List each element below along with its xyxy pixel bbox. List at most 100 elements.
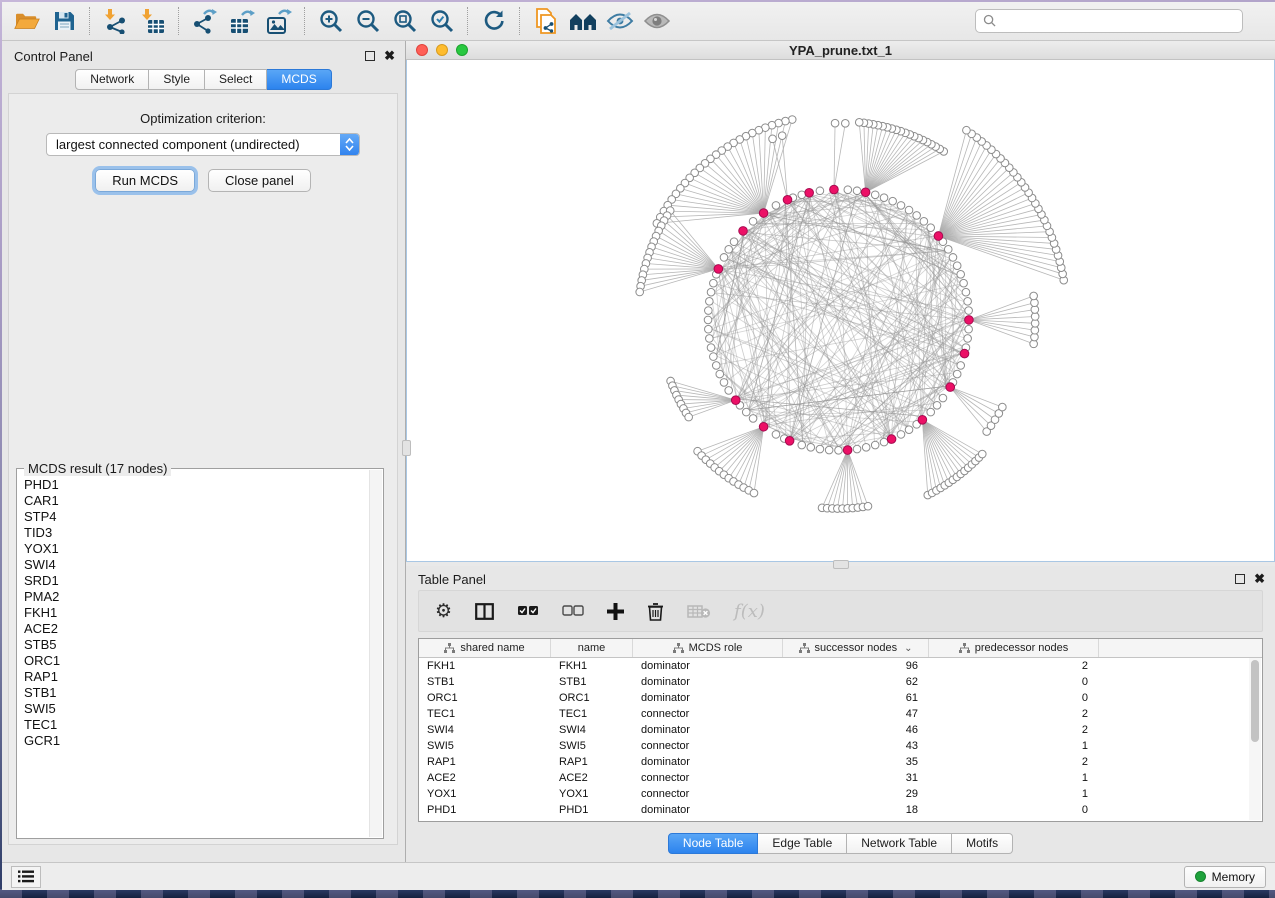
cell-name[interactable]: FKH1 xyxy=(551,660,633,672)
export-image-icon[interactable] xyxy=(260,5,297,37)
cell-successor-nodes[interactable]: 47 xyxy=(783,708,929,720)
graph-node[interactable] xyxy=(725,387,733,395)
graph-node[interactable] xyxy=(853,187,861,195)
mcds-result-item[interactable]: PMA2 xyxy=(24,589,369,605)
graph-node[interactable] xyxy=(953,262,961,270)
cell-successor-nodes[interactable]: 46 xyxy=(783,724,929,736)
mcds-graph-node[interactable] xyxy=(960,349,969,358)
graph-leaf-node[interactable] xyxy=(769,135,777,143)
graph-node[interactable] xyxy=(962,288,970,296)
delete-columns-icon[interactable] xyxy=(647,602,664,621)
graph-node[interactable] xyxy=(706,298,714,306)
graph-node[interactable] xyxy=(889,197,897,205)
graph-node[interactable] xyxy=(720,254,728,262)
float-panel-button[interactable] xyxy=(365,51,375,61)
graph-leaf-node[interactable] xyxy=(841,120,849,128)
cell-predecessor-nodes[interactable]: 0 xyxy=(929,676,1099,688)
optimization-criterion-select[interactable]: largest connected component (undirected) xyxy=(46,133,360,156)
import-network-icon[interactable] xyxy=(97,5,134,37)
mcds-result-item[interactable]: SRD1 xyxy=(24,573,369,589)
graph-node[interactable] xyxy=(880,438,888,446)
graph-node[interactable] xyxy=(944,246,952,254)
mcds-graph-node[interactable] xyxy=(739,227,748,236)
graph-node[interactable] xyxy=(957,271,965,279)
deselect-all-rows-icon[interactable] xyxy=(562,605,584,617)
table-row[interactable]: TEC1TEC1connector472 xyxy=(419,706,1249,722)
graph-node[interactable] xyxy=(742,408,750,416)
mcds-result-item[interactable]: TID3 xyxy=(24,525,369,541)
graph-node[interactable] xyxy=(725,246,733,254)
graph-node[interactable] xyxy=(960,279,968,287)
graph-node[interactable] xyxy=(871,441,879,449)
tab-network[interactable]: Network xyxy=(75,69,149,90)
network-view-titlebar[interactable]: YPA_prune.txt_1 xyxy=(406,41,1275,60)
graph-leaf-node[interactable] xyxy=(750,489,758,497)
mcds-result-item[interactable]: GCR1 xyxy=(24,733,369,749)
mcds-result-item[interactable]: SWI4 xyxy=(24,557,369,573)
mcds-result-item[interactable]: CAR1 xyxy=(24,493,369,509)
mcds-graph-node[interactable] xyxy=(934,232,943,241)
graph-node[interactable] xyxy=(927,224,935,232)
cell-shared-name[interactable]: STB1 xyxy=(419,676,551,688)
close-table-panel-button[interactable]: ✖ xyxy=(1254,574,1265,584)
mcds-graph-node[interactable] xyxy=(887,435,896,444)
mcds-graph-node[interactable] xyxy=(783,195,792,204)
graph-node[interactable] xyxy=(807,444,815,452)
tab-edge-table[interactable]: Edge Table xyxy=(758,833,847,854)
graph-node[interactable] xyxy=(844,186,852,194)
graph-node[interactable] xyxy=(749,218,757,226)
mcds-result-item[interactable]: RAP1 xyxy=(24,669,369,685)
tab-motifs[interactable]: Motifs xyxy=(952,833,1013,854)
cell-MCDS-role[interactable]: connector xyxy=(633,708,783,720)
table-row[interactable]: SWI4SWI4dominator462 xyxy=(419,722,1249,738)
open-session-icon[interactable] xyxy=(8,5,45,37)
cell-successor-nodes[interactable]: 62 xyxy=(783,676,929,688)
graph-node[interactable] xyxy=(897,202,905,210)
graph-node[interactable] xyxy=(913,212,921,220)
mcds-result-item[interactable]: PHD1 xyxy=(24,477,369,493)
cell-successor-nodes[interactable]: 29 xyxy=(783,788,929,800)
graph-node[interactable] xyxy=(710,353,718,361)
zoom-out-icon[interactable] xyxy=(349,5,386,37)
cell-shared-name[interactable]: ORC1 xyxy=(419,692,551,704)
mcds-result-item[interactable]: YOX1 xyxy=(24,541,369,557)
graph-node[interactable] xyxy=(927,408,935,416)
horizontal-splitter-grip[interactable] xyxy=(833,560,849,569)
cell-name[interactable]: STB1 xyxy=(551,676,633,688)
graph-leaf-node[interactable] xyxy=(855,119,863,127)
graph-node[interactable] xyxy=(965,307,973,315)
mcds-graph-node[interactable] xyxy=(805,188,814,197)
cell-predecessor-nodes[interactable]: 0 xyxy=(929,804,1099,816)
zoom-in-icon[interactable] xyxy=(312,5,349,37)
cell-successor-nodes[interactable]: 96 xyxy=(783,660,929,672)
apply-preferred-layout-icon[interactable] xyxy=(475,5,512,37)
cell-shared-name[interactable]: PHD1 xyxy=(419,804,551,816)
mcds-result-item[interactable]: ORC1 xyxy=(24,653,369,669)
mcds-result-item[interactable]: STB1 xyxy=(24,685,369,701)
mcds-result-item[interactable]: STB5 xyxy=(24,637,369,653)
cell-predecessor-nodes[interactable]: 2 xyxy=(929,708,1099,720)
mcds-graph-node[interactable] xyxy=(861,188,870,197)
table-options-icon[interactable]: ⚙ xyxy=(435,600,452,623)
graph-node[interactable] xyxy=(853,445,861,453)
graph-node[interactable] xyxy=(905,206,913,214)
graph-node[interactable] xyxy=(816,187,824,195)
cell-MCDS-role[interactable]: connector xyxy=(633,772,783,784)
graph-node[interactable] xyxy=(816,445,824,453)
cell-shared-name[interactable]: ACE2 xyxy=(419,772,551,784)
cell-name[interactable]: YOX1 xyxy=(551,788,633,800)
cell-shared-name[interactable]: SWI5 xyxy=(419,740,551,752)
graph-node[interactable] xyxy=(964,298,972,306)
vertical-splitter-grip[interactable] xyxy=(402,440,411,456)
cell-name[interactable]: RAP1 xyxy=(551,756,633,768)
graph-node[interactable] xyxy=(825,446,833,454)
table-row[interactable]: STB1STB1dominator620 xyxy=(419,674,1249,690)
tab-mcds[interactable]: MCDS xyxy=(267,69,331,90)
new-network-from-selection-icon[interactable] xyxy=(527,5,564,37)
first-neighbors-icon[interactable] xyxy=(564,5,601,37)
cell-MCDS-role[interactable]: dominator xyxy=(633,756,783,768)
add-column-icon[interactable] xyxy=(607,603,624,620)
graph-node[interactable] xyxy=(798,441,806,449)
graph-node[interactable] xyxy=(862,444,870,452)
cell-name[interactable]: PHD1 xyxy=(551,804,633,816)
